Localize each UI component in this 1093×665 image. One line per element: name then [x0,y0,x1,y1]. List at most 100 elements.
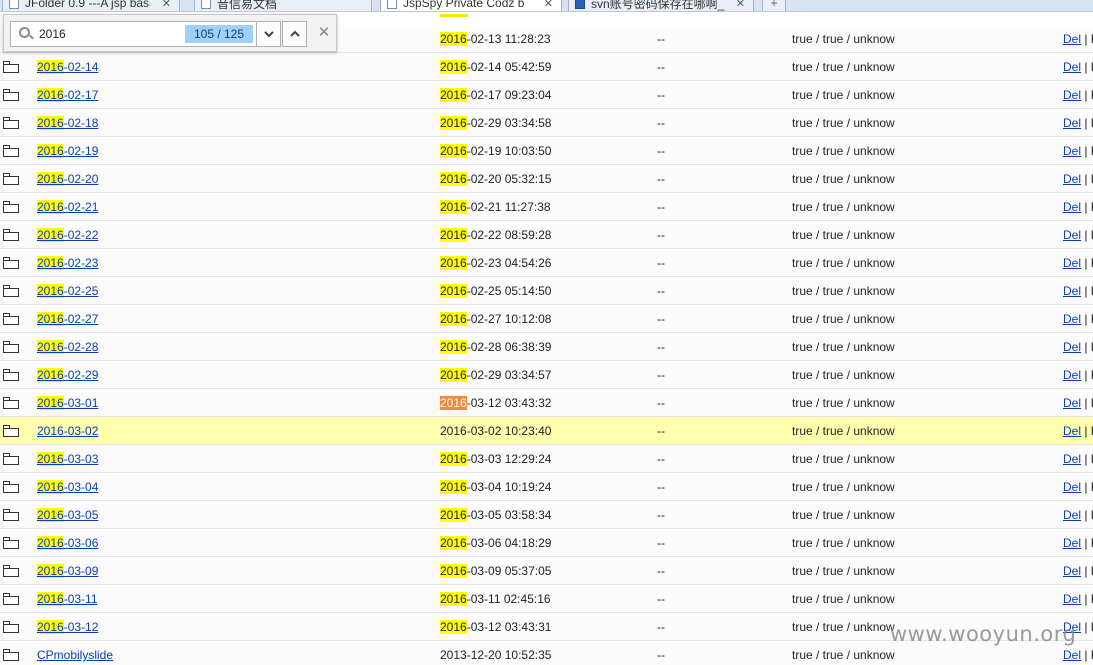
delete-link[interactable]: Del [1063,368,1081,382]
delete-link[interactable]: Del [1063,256,1081,270]
delete-link[interactable]: Del [1063,452,1081,466]
delete-link[interactable]: Del [1063,564,1081,578]
new-tab-button[interactable]: + [762,0,786,11]
folder-icon [3,369,19,381]
folder-icon [3,61,19,73]
folder-link[interactable]: 2016-02-14 [37,60,98,74]
table-row[interactable]: 2016-03-04 2016-03-04 10:19:24 -- true / tr… [0,473,1093,501]
row-actions: Del | F [1063,172,1093,186]
folder-link[interactable]: 2016-02-21 [37,200,98,214]
tab-close-icon[interactable]: ✕ [162,0,171,10]
table-row[interactable]: 2016-02-29 2016-02-29 03:34:57 -- true / tr… [0,361,1093,389]
folder-link[interactable]: 2016-03-09 [37,564,98,578]
row-size: -- [657,228,665,242]
table-row[interactable]: 2016-02-28 2016-02-28 06:38:39 -- true / tr… [0,333,1093,361]
search-match-highlight: 2016 [440,256,467,270]
search-match-highlight: 2016 [37,88,64,102]
search-match-highlight: 2016 [440,508,467,522]
folder-link[interactable]: 2016-02-28 [37,340,98,354]
table-row[interactable]: 2016-02-14 2016-02-14 05:42:59 -- true / tr… [0,53,1093,81]
browser-tab-active[interactable]: JspSpy Private Codz b ✕ [380,0,562,11]
search-match-highlight: 2016 [37,228,64,242]
find-next-button[interactable] [256,21,281,47]
row-permissions: true / true / unknow [792,228,895,242]
table-row[interactable]: 2016-03-02 2016-03-02 10:23:40 -- true / tr… [0,417,1093,445]
browser-tab[interactable]: svn账号密码保存在哪啊_ ✕ [568,0,754,11]
row-modified-time: 2016-02-22 08:59:28 [440,228,552,242]
row-modified-time: 2016-03-12 03:43:32 [440,396,552,410]
delete-link[interactable]: Del [1063,228,1081,242]
table-row[interactable]: 2016-02-18 2016-02-29 03:34:58 -- true / tr… [0,109,1093,137]
browser-tab[interactable]: 音信易文档 [194,0,372,11]
table-row[interactable]: 2016-02-17 2016-02-17 09:23:04 -- true / tr… [0,81,1093,109]
table-row[interactable]: 2016-02-27 2016-02-27 10:12:08 -- true / tr… [0,305,1093,333]
folder-link[interactable]: 2016-03-11 [37,592,98,606]
tab-close-icon[interactable]: ✕ [736,0,745,10]
search-match-highlight: 2016 [37,592,64,606]
folder-link[interactable]: 2016-03-06 [37,536,98,550]
delete-link[interactable]: Del [1063,340,1081,354]
table-row[interactable]: 2016-03-06 2016-03-06 04:18:29 -- true / tr… [0,529,1093,557]
find-previous-button[interactable] [282,21,307,47]
browser-tab[interactable]: JFolder 0.9 ---A jsp bas ✕ [2,0,180,11]
delete-link[interactable]: Del [1063,508,1081,522]
folder-link[interactable]: 2016-02-29 [37,368,98,382]
folder-link[interactable]: 2016-03-04 [37,480,98,494]
delete-link[interactable]: Del [1063,424,1081,438]
delete-link[interactable]: Del [1063,88,1081,102]
table-row[interactable]: 2016-02-19 2016-02-19 10:03:50 -- true / tr… [0,137,1093,165]
table-row[interactable]: 2016-02-23 2016-02-23 04:54:26 -- true / tr… [0,249,1093,277]
table-row[interactable]: 2016-03-01 2016-03-12 03:43:32 -- true / tr… [0,389,1093,417]
folder-link[interactable]: 2016-02-22 [37,228,98,242]
delete-link[interactable]: Del [1063,648,1081,662]
row-size: -- [657,592,665,606]
folder-link[interactable]: CPmobilyslide [37,648,113,662]
row-modified-time: 2016-02-13 11:28:23 [440,32,551,46]
delete-link[interactable]: Del [1063,200,1081,214]
folder-link[interactable]: 2016-03-02 [37,424,98,438]
folder-link[interactable]: 2016-03-12 [37,620,98,634]
folder-link[interactable]: 2016-02-20 [37,172,98,186]
delete-link[interactable]: Del [1063,284,1081,298]
folder-link[interactable]: 2016-03-05 [37,508,98,522]
row-actions: Del | F [1063,312,1093,326]
table-row[interactable]: 2016-03-05 2016-03-05 03:58:34 -- true / tr… [0,501,1093,529]
search-match-highlight: 2016 [440,284,467,298]
row-permissions: true / true / unknow [792,116,895,130]
table-row[interactable]: 2016-02-20 2016-02-20 05:32:15 -- true / tr… [0,165,1093,193]
delete-link[interactable]: Del [1063,536,1081,550]
folder-link[interactable]: 2016-02-27 [37,312,98,326]
table-row[interactable]: 2016-03-11 2016-03-11 02:45:16 -- true / tr… [0,585,1093,613]
delete-link[interactable]: Del [1063,116,1081,130]
row-actions: Del | F [1063,116,1093,130]
table-row[interactable]: 2016-03-03 2016-03-03 12:29:24 -- true / tr… [0,445,1093,473]
delete-link[interactable]: Del [1063,592,1081,606]
row-size: -- [657,368,665,382]
folder-link[interactable]: 2016-03-03 [37,452,98,466]
delete-link[interactable]: Del [1063,144,1081,158]
table-row[interactable]: 2016-02-22 2016-02-22 08:59:28 -- true / tr… [0,221,1093,249]
delete-link[interactable]: Del [1063,480,1081,494]
folder-link[interactable]: 2016-02-19 [37,144,98,158]
folder-link[interactable]: 2016-03-01 [37,396,98,410]
tab-close-icon[interactable]: ✕ [544,0,553,10]
delete-link[interactable]: Del [1063,32,1081,46]
chevron-down-icon [263,31,274,38]
find-input[interactable] [39,26,179,42]
delete-link[interactable]: Del [1063,172,1081,186]
table-row[interactable]: 2016-02-25 2016-02-25 05:14:50 -- true / tr… [0,277,1093,305]
row-modified-time: 2016-03-11 02:45:16 [440,592,551,606]
row-size: -- [657,284,665,298]
table-row[interactable]: 2016-02-21 2016-02-21 11:27:38 -- true / tr… [0,193,1093,221]
delete-link[interactable]: Del [1063,312,1081,326]
folder-link[interactable]: 2016-02-23 [37,256,98,270]
table-row[interactable]: 2016-03-09 2016-03-09 05:37:05 -- true / tr… [0,557,1093,585]
delete-link[interactable]: Del [1063,396,1081,410]
folder-icon [3,593,19,605]
folder-link[interactable]: 2016-02-17 [37,88,98,102]
folder-link[interactable]: 2016-02-18 [37,116,98,130]
delete-link[interactable]: Del [1063,60,1081,74]
folder-link[interactable]: 2016-02-25 [37,284,98,298]
close-find-button[interactable]: ✕ [316,25,332,41]
search-match-highlight: 2016 [440,144,467,158]
